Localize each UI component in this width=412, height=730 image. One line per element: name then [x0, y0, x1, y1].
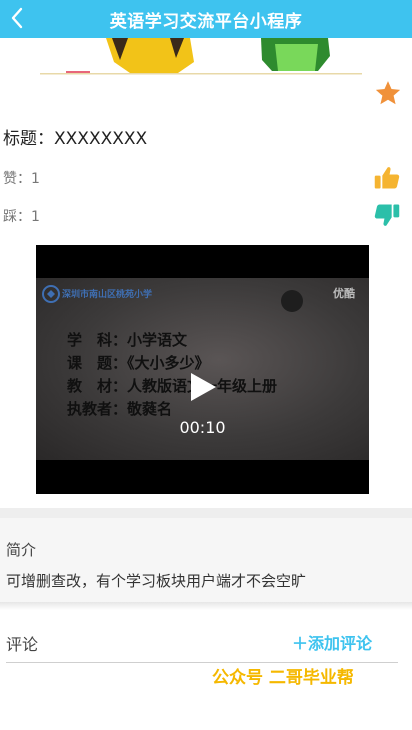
play-icon[interactable] — [188, 371, 218, 403]
intro-text: 可增删查改，有个学习板块用户端才不会空旷 — [6, 572, 307, 590]
thumbs-down-icon — [374, 204, 400, 226]
comments-label: 评论 — [6, 635, 39, 654]
dislike-button[interactable] — [373, 201, 401, 229]
watermark-text: 公众号 二哥毕业帮 — [212, 668, 354, 688]
add-comment-button[interactable]: ＋添加评论 — [292, 630, 372, 654]
navigation-bar: 英语学习交流平台小程序 — [0, 0, 412, 38]
favorite-button[interactable] — [374, 79, 402, 107]
lesson-subject: 学 科：小学语文 — [67, 331, 188, 349]
lesson-topic: 课 题：《大小多少》 — [67, 354, 210, 372]
video-current-time: 00:10 — [179, 418, 226, 437]
lesson-info: 学 科：小学语文 课 题：《大小多少》 教 材：人教版语文一年级上册 执教者：敬… — [67, 329, 277, 421]
page-title: 英语学习交流平台小程序 — [109, 12, 303, 32]
post-title: 标题：XXXXXXXX — [3, 124, 147, 149]
like-label: 赞： — [3, 171, 31, 187]
video-player[interactable]: 深圳市南山区桃苑小学 优酷 学 科：小学语文 课 题：《大小多少》 教 材：人教… — [36, 245, 369, 494]
like-count-row: 赞：1 — [3, 168, 40, 188]
title-label: 标题： — [3, 129, 54, 149]
title-value: XXXXXXXX — [54, 129, 148, 149]
like-count: 1 — [31, 171, 40, 187]
video-watermark: 优酷 — [333, 287, 355, 300]
header-illustration — [0, 38, 412, 78]
intro-label: 简介 — [6, 541, 37, 559]
thumbs-up-icon — [374, 167, 400, 189]
dislike-count-row: 踩：1 — [3, 206, 40, 226]
video-decoration — [281, 290, 303, 312]
school-logo-icon — [42, 285, 60, 303]
star-icon — [375, 81, 401, 105]
section-divider — [0, 508, 412, 518]
dislike-count: 1 — [31, 209, 40, 225]
intro-section: 简介 可增删查改，有个学习板块用户端才不会空旷 — [0, 518, 412, 602]
like-button[interactable] — [373, 164, 401, 192]
lesson-textbook: 教 材：人教版语文一年级上册 — [67, 377, 278, 395]
section-shadow — [0, 602, 412, 610]
video-frame: 深圳市南山区桃苑小学 优酷 学 科：小学语文 课 题：《大小多少》 教 材：人教… — [36, 278, 369, 460]
dislike-label: 踩： — [3, 209, 31, 225]
school-name: 深圳市南山区桃苑小学 — [62, 290, 153, 300]
